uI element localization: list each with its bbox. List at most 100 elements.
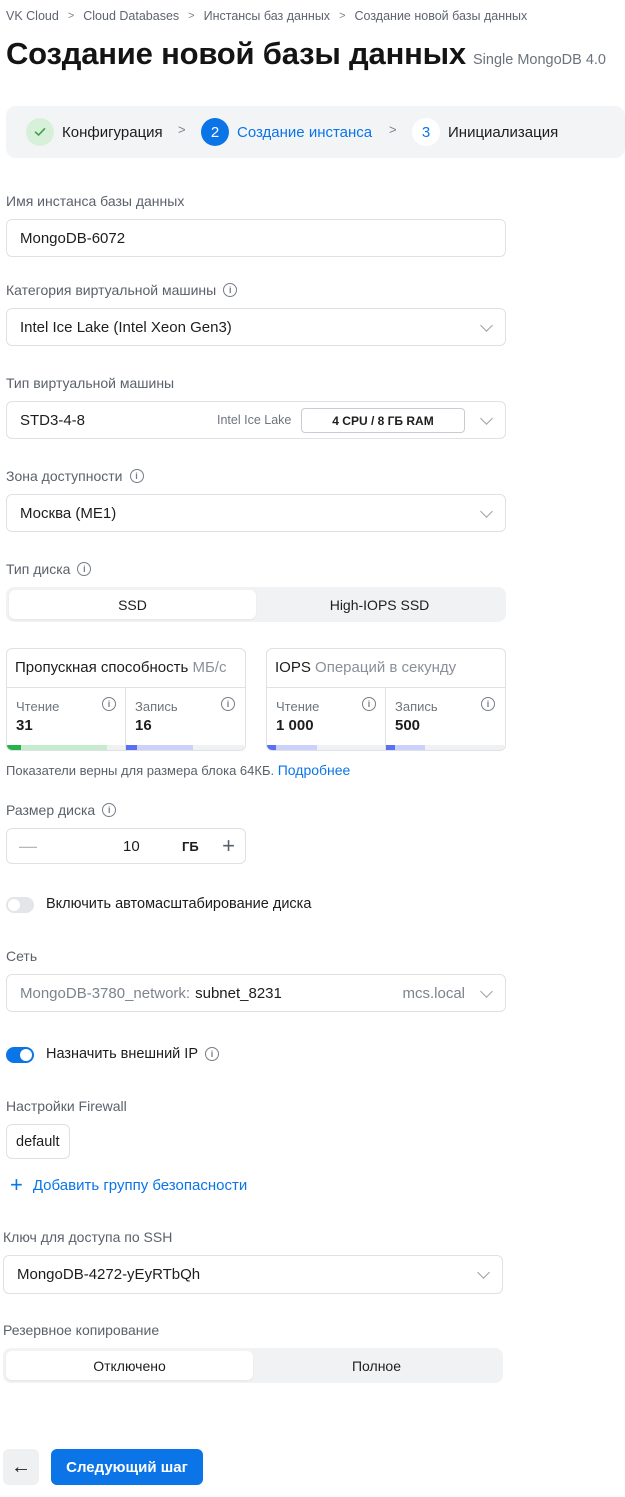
- info-icon[interactable]: i: [481, 697, 495, 711]
- network-select[interactable]: MongoDB-3780_network: subnet_8231 mcs.lo…: [6, 974, 506, 1012]
- network-name: MongoDB-3780_network:: [20, 984, 191, 1002]
- external-ip-label-text: Назначить внешний IP: [46, 1046, 198, 1062]
- zone-label-text: Зона доступности: [6, 468, 123, 484]
- info-icon[interactable]: i: [102, 697, 116, 711]
- throughput-write-cell: Запись 16 i: [126, 687, 244, 750]
- decrement-button[interactable]: —: [19, 836, 37, 857]
- breadcrumb-item-instances[interactable]: Инстансы баз данных: [204, 9, 330, 23]
- chevron-down-icon: [477, 1266, 490, 1279]
- info-icon[interactable]: i: [129, 469, 144, 483]
- info-icon[interactable]: i: [205, 1047, 219, 1061]
- vm-type-select[interactable]: STD3-4-8 Intel Ice Lake 4 CPU / 8 ГБ RAM: [6, 401, 506, 439]
- zone-value: Москва (ME1): [20, 504, 117, 522]
- step-initialization: 3 Инициализация: [412, 118, 558, 146]
- disk-size-input[interactable]: 10: [123, 838, 140, 855]
- subnet-name: subnet_8231: [195, 984, 282, 1002]
- learn-more-link[interactable]: Подробнее: [278, 762, 351, 778]
- read-bar-fill: [267, 745, 276, 750]
- throughput-title: Пропускная способность МБ/с: [15, 659, 226, 676]
- disk-type-label: Тип диска i: [6, 561, 92, 577]
- external-ip-label: Назначить внешний IP i: [46, 1046, 219, 1062]
- add-security-group-button[interactable]: + Добавить группу безопасности: [10, 1172, 247, 1197]
- iops-write-cell: Запись 500 i: [386, 687, 504, 750]
- plus-icon: +: [10, 1172, 23, 1197]
- backup-off[interactable]: Отключено: [6, 1351, 253, 1380]
- disk-size-label-text: Размер диска: [6, 802, 96, 818]
- breadcrumb-item-cloud-databases[interactable]: Cloud Databases: [83, 9, 179, 23]
- chevron-down-icon: [480, 412, 493, 425]
- throughput-card: Пропускная способность МБ/с Чтение 31 i …: [6, 648, 246, 751]
- info-icon[interactable]: i: [223, 283, 238, 297]
- vm-platform: Intel Ice Lake: [217, 413, 292, 427]
- check-icon: [26, 118, 54, 146]
- vm-category-label: Категория виртуальной машины i: [6, 282, 238, 298]
- breadcrumb-item-current: Создание новой базы данных: [354, 9, 528, 23]
- instance-name-label: Имя инстанса базы данных: [6, 193, 185, 209]
- disk-size-label: Размер диска i: [6, 802, 117, 818]
- iops-card: IOPS Операций в секунду Чтение 1 000 i З…: [266, 648, 506, 751]
- chevron-right-icon: >: [178, 122, 186, 137]
- step-label: Конфигурация: [62, 123, 163, 141]
- autoscale-label: Включить автомасштабирование диска: [46, 896, 312, 912]
- arrow-left-icon: ←: [11, 1455, 31, 1478]
- vm-type-label: Тип виртуальной машины: [6, 375, 175, 391]
- backup-full[interactable]: Полное: [253, 1351, 500, 1380]
- chevron-down-icon: [480, 985, 493, 998]
- note-text: Показатели верны для размера блока 64КБ.: [6, 763, 275, 778]
- chevron-right-icon: >: [339, 10, 346, 22]
- next-step-button[interactable]: Следующий шаг: [51, 1449, 203, 1485]
- info-icon[interactable]: i: [221, 697, 235, 711]
- breadcrumb: VK Cloud > Cloud Databases > Инстансы ба…: [6, 9, 527, 23]
- breadcrumb-item-vk-cloud[interactable]: VK Cloud: [6, 9, 59, 23]
- zone-select[interactable]: Москва (ME1): [6, 494, 506, 532]
- page-title: Создание новой базы данных: [6, 36, 466, 71]
- zone-label: Зона доступности i: [6, 468, 144, 484]
- instance-name-value: MongoDB-6072: [20, 229, 126, 247]
- step-number: 3: [412, 118, 440, 146]
- vm-type-value: STD3-4-8: [20, 411, 86, 429]
- throughput-read-cell: Чтение 31 i: [7, 687, 125, 750]
- write-bar-fill: [126, 745, 137, 750]
- info-icon[interactable]: i: [77, 562, 92, 576]
- chevron-down-icon: [480, 505, 493, 518]
- iops-title-text: IOPS: [275, 659, 311, 676]
- ssh-key-select[interactable]: MongoDB-4272-yEyRTbQh: [3, 1255, 503, 1294]
- chevron-right-icon: >: [389, 122, 397, 137]
- firewall-group-chip[interactable]: default: [6, 1124, 70, 1159]
- disk-type-high-iops-ssd[interactable]: High-IOPS SSD: [256, 590, 503, 619]
- read-bar-track: [7, 745, 108, 750]
- read-bar: [267, 745, 385, 750]
- vm-spec-badge: 4 CPU / 8 ГБ RAM: [301, 408, 465, 433]
- back-button[interactable]: ←: [3, 1449, 39, 1485]
- autoscale-toggle[interactable]: [6, 897, 34, 913]
- read-value: 31: [16, 717, 33, 734]
- toggle-knob: [8, 899, 20, 911]
- write-bar: [386, 745, 504, 750]
- disk-type-ssd[interactable]: SSD: [9, 590, 256, 619]
- write-bar-fill: [386, 745, 395, 750]
- read-bar: [7, 745, 125, 750]
- info-icon[interactable]: i: [362, 697, 376, 711]
- throughput-unit: МБ/с: [192, 659, 227, 676]
- write-value: 16: [135, 717, 152, 734]
- disk-type-label-text: Тип диска: [6, 561, 71, 577]
- external-ip-toggle[interactable]: [6, 1047, 34, 1063]
- step-label: Инициализация: [448, 123, 559, 141]
- step-number: 2: [201, 118, 229, 146]
- ssh-key-value: MongoDB-4272-yEyRTbQh: [17, 1266, 201, 1283]
- read-value: 1 000: [276, 717, 314, 734]
- backup-segmented: Отключено Полное: [3, 1348, 503, 1383]
- read-caption: Чтение: [16, 699, 60, 714]
- info-icon[interactable]: i: [102, 803, 117, 817]
- performance-note: Показатели верны для размера блока 64КБ.…: [6, 762, 350, 778]
- wizard-stepper: Конфигурация > 2 Создание инстанса > 3 И…: [6, 106, 625, 158]
- disk-size-stepper: — 10 ГБ +: [6, 828, 246, 864]
- read-caption: Чтение: [276, 699, 320, 714]
- network-label: Сеть: [6, 948, 38, 964]
- increment-button[interactable]: +: [222, 833, 235, 859]
- vm-category-value: Intel Ice Lake (Intel Xeon Gen3): [20, 318, 232, 336]
- firewall-label: Настройки Firewall: [6, 1098, 127, 1114]
- vm-category-select[interactable]: Intel Ice Lake (Intel Xeon Gen3): [6, 308, 506, 346]
- instance-name-input[interactable]: MongoDB-6072: [6, 219, 506, 257]
- step-configuration[interactable]: Конфигурация: [26, 118, 163, 146]
